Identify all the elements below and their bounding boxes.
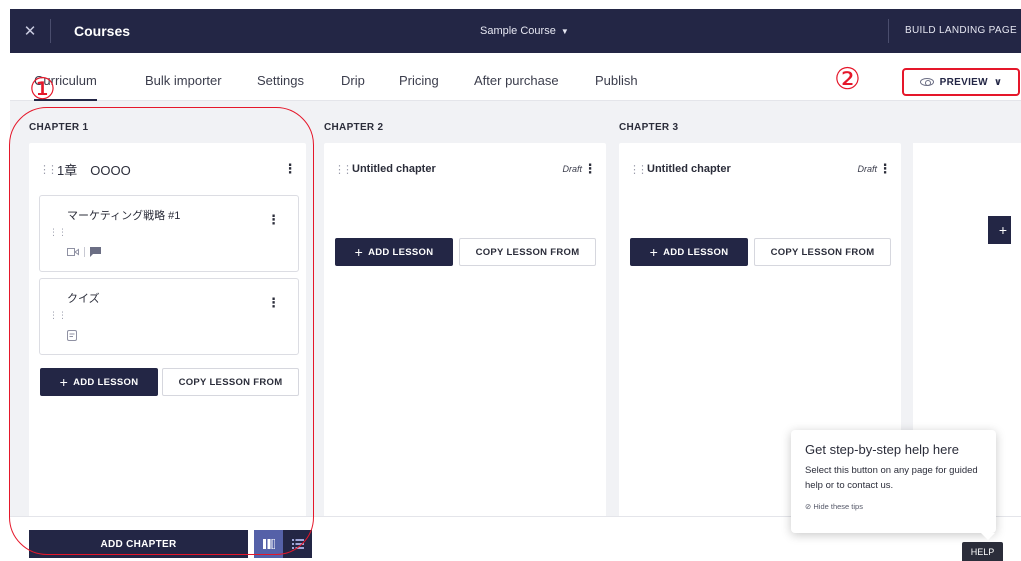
copy-lesson-from-button[interactable]: COPY LESSON FROM — [459, 238, 596, 266]
course-selector[interactable]: Sample Course ▼ — [480, 9, 569, 53]
chapter-header: ⋮⋮ Untitled chapter Draft ⋮ — [629, 159, 892, 179]
build-landing-page-button[interactable]: BUILD LANDING PAGE → — [905, 9, 1021, 53]
preview-button[interactable]: PREVIEW ∨ — [902, 68, 1020, 96]
more-options-icon[interactable]: ⋮ — [584, 159, 597, 179]
tab-drip[interactable]: Drip — [341, 53, 365, 100]
column-view-icon[interactable] — [254, 530, 283, 558]
chapter-header: ⋮⋮ Untitled chapter Draft ⋮ — [334, 159, 597, 179]
drag-handle-icon[interactable]: ⋮⋮ — [49, 310, 67, 321]
chapter-column: ⋮⋮ 1章 OOOO ⋮ マーケティング戦略 #1 ⋮⋮ ⋮ クイズ ⋮⋮ ⋮ … — [29, 143, 306, 523]
plus-icon: + — [59, 374, 69, 390]
eye-icon — [919, 78, 934, 86]
help-popover: Get step-by-step help here Select this b… — [791, 430, 996, 540]
chapter-label: CHAPTER 1 — [29, 122, 89, 133]
drag-handle-icon[interactable]: ⋮⋮ — [629, 163, 648, 176]
tab-bulk-importer[interactable]: Bulk importer — [145, 53, 222, 100]
chapter-label: CHAPTER 3 — [619, 122, 679, 133]
tab-pricing[interactable]: Pricing — [399, 53, 439, 100]
add-lesson-label: ADD LESSON — [368, 246, 434, 258]
add-lesson-button[interactable]: + ADD LESSON — [40, 368, 158, 396]
help-button[interactable]: HELP — [962, 542, 1003, 561]
chapter-label: CHAPTER 2 — [324, 122, 384, 133]
lesson-card[interactable]: マーケティング戦略 #1 ⋮⋮ ⋮ — [39, 195, 299, 272]
add-lesson-label: ADD LESSON — [663, 246, 729, 258]
more-options-icon[interactable]: ⋮ — [267, 295, 280, 311]
add-lesson-label: ADD LESSON — [73, 376, 139, 388]
drag-handle-icon[interactable]: ⋮⋮ — [49, 227, 67, 238]
comment-icon — [90, 247, 101, 257]
add-lesson-button[interactable]: + ADD LESSON — [335, 238, 453, 266]
copy-lesson-from-button[interactable]: COPY LESSON FROM — [754, 238, 891, 266]
more-options-icon[interactable]: ⋮ — [267, 212, 280, 228]
add-lesson-button[interactable]: + ADD LESSON — [630, 238, 748, 266]
preview-label: PREVIEW — [939, 76, 988, 88]
tab-bar: Curriculum Bulk importer Settings Drip P… — [10, 53, 1021, 101]
page-title: Courses — [74, 23, 131, 39]
hide-tips-link[interactable]: ⊘ Hide these tips — [805, 502, 982, 511]
chapter-header: ⋮⋮ 1章 OOOO ⋮ — [39, 159, 297, 179]
quiz-icon — [67, 330, 77, 341]
copy-lesson-from-button[interactable]: COPY LESSON FROM — [162, 368, 299, 396]
lesson-content-icons — [67, 330, 77, 341]
plus-icon: + — [649, 244, 659, 260]
plus-icon: + — [354, 244, 364, 260]
chapter-column: ⋮⋮ Untitled chapter Draft ⋮ + ADD LESSON … — [324, 143, 606, 523]
help-popover-body: Select this button on any page for guide… — [805, 465, 978, 491]
add-chapter-button[interactable]: ADD CHAPTER — [29, 530, 248, 558]
tab-settings[interactable]: Settings — [257, 53, 304, 100]
lesson-title: クイズ — [67, 293, 100, 305]
divider — [888, 19, 889, 43]
drag-handle-icon[interactable]: ⋮⋮ — [39, 163, 58, 176]
chapter-name[interactable]: Untitled chapter — [352, 163, 436, 175]
view-toggle — [254, 530, 312, 558]
status-badge: Draft — [562, 164, 582, 174]
divider — [84, 247, 85, 257]
close-icon[interactable]: ✕ — [10, 9, 50, 53]
lesson-content-icons — [67, 247, 101, 257]
more-options-icon[interactable]: ⋮ — [879, 159, 892, 179]
chevron-down-icon: ∨ — [993, 76, 1003, 88]
divider — [50, 19, 51, 43]
list-view-icon[interactable] — [283, 530, 312, 558]
top-bar: ✕ Courses Sample Course ▼ BUILD LANDING P… — [10, 9, 1021, 53]
add-lesson-button-partial[interactable]: + — [988, 216, 1011, 244]
chapter-name[interactable]: 1章 OOOO — [57, 160, 131, 179]
more-options-icon[interactable]: ⋮ — [284, 159, 297, 179]
lesson-card[interactable]: クイズ ⋮⋮ ⋮ — [39, 278, 299, 355]
caret-down-icon: ▼ — [560, 27, 569, 36]
lesson-title: マーケティング戦略 #1 — [67, 210, 181, 222]
course-selector-label: Sample Course — [480, 25, 556, 37]
tab-publish[interactable]: Publish — [595, 53, 638, 100]
help-popover-title: Get step-by-step help here — [805, 442, 959, 457]
status-badge: Draft — [857, 164, 877, 174]
chapter-name[interactable]: Untitled chapter — [647, 163, 731, 175]
drag-handle-icon[interactable]: ⋮⋮ — [334, 163, 353, 176]
tab-after-purchase[interactable]: After purchase — [474, 53, 559, 100]
tab-curriculum[interactable]: Curriculum — [34, 53, 97, 101]
video-icon — [67, 248, 79, 256]
